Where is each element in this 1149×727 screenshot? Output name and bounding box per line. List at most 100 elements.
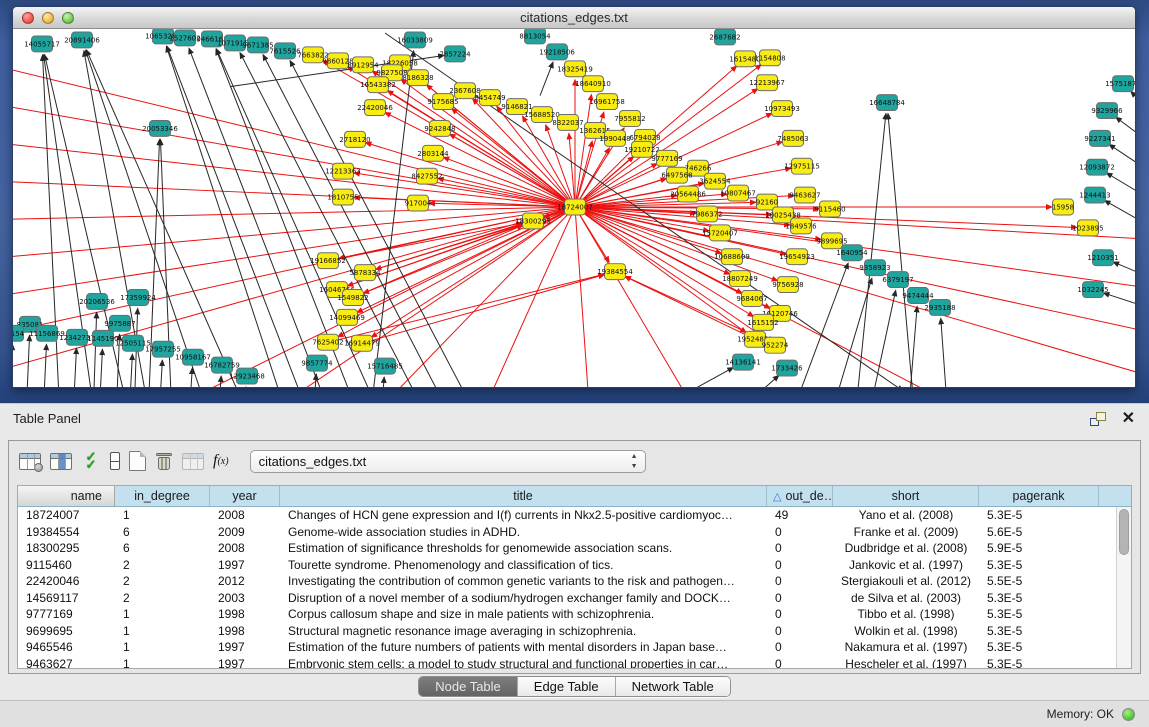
float-panel-icon[interactable] — [1090, 412, 1106, 426]
tab-network-table[interactable]: Network Table — [616, 677, 730, 696]
graph-node[interactable]: 952274 — [762, 337, 789, 353]
graph-node[interactable]: 19166852 — [310, 253, 346, 269]
graph-node[interactable]: 5878334 — [349, 265, 381, 281]
column-header-name[interactable]: name — [18, 486, 115, 506]
graph-node[interactable]: 22420046 — [357, 100, 393, 116]
graph-node[interactable]: 7485063 — [777, 130, 808, 146]
graph-node[interactable]: 8912954 — [347, 57, 379, 73]
graph-node[interactable]: 1810755 — [327, 189, 358, 205]
graph-node[interactable]: 1023895 — [1072, 220, 1103, 236]
graph-node[interactable]: 1145190 — [87, 330, 118, 346]
function-builder-icon[interactable]: f(x) — [213, 452, 229, 470]
table-row[interactable]: 1938455462009Genome-wide association stu… — [18, 524, 1131, 541]
network-canvas[interactable]: 1872400718300295193845547663822986012889… — [13, 29, 1135, 387]
graph-node[interactable]: 1549822 — [337, 290, 368, 306]
graph-node[interactable]: 19654923 — [779, 249, 815, 265]
graph-node[interactable]: 917004 — [405, 195, 432, 211]
zoom-window-button[interactable] — [62, 12, 74, 24]
graph-node[interactable]: 10688609 — [714, 249, 750, 265]
citation-graph[interactable]: 1872400718300295193845547663822986012889… — [13, 29, 1135, 387]
graph-node[interactable]: 1640954 — [836, 245, 868, 261]
graph-node[interactable]: 9756928 — [772, 277, 803, 293]
table-row[interactable]: 946554611997Estimation of the future num… — [18, 639, 1131, 656]
graph-node[interactable]: 2935188 — [924, 299, 955, 315]
graph-node[interactable]: 16914479 — [344, 335, 380, 351]
graph-node[interactable]: 12213363 — [325, 163, 361, 179]
graph-node[interactable]: 7625402 — [312, 334, 343, 350]
network-table-select[interactable]: citations_edges.txt ▲▼ — [250, 450, 646, 473]
table-row[interactable]: 977716911998Corpus callosum shape and si… — [18, 606, 1131, 623]
graph-node[interactable]: 2687682 — [709, 29, 740, 45]
graph-node[interactable]: 1733426 — [771, 360, 802, 376]
graph-node[interactable]: 6379197 — [882, 272, 913, 288]
column-header-in_degree[interactable]: in_degree — [115, 486, 210, 506]
graph-node[interactable]: 2803144 — [417, 145, 449, 161]
table-row[interactable]: 969969511998Structural magnetic resonanc… — [18, 623, 1131, 640]
table-settings-icon[interactable] — [19, 453, 41, 470]
graph-node[interactable]: 1154808 — [754, 50, 785, 66]
graph-node[interactable]: 14136141 — [725, 354, 761, 370]
table-row[interactable]: 1830029562008Estimation of significance … — [18, 540, 1131, 557]
minimize-window-button[interactable] — [42, 12, 54, 24]
tab-edge-table[interactable]: Edge Table — [518, 677, 616, 696]
graph-node[interactable]: 9242848 — [424, 120, 455, 136]
tab-node-table[interactable]: Node Table — [419, 677, 518, 696]
graph-node[interactable]: 9358923 — [859, 260, 890, 276]
graph-node[interactable]: 9329966 — [1091, 103, 1122, 119]
graph-node[interactable]: 3624554 — [699, 173, 731, 189]
graph-node[interactable]: 15716485 — [367, 358, 403, 374]
graph-node[interactable]: 12975115 — [784, 158, 820, 174]
close-panel-icon[interactable]: ✕ — [1122, 412, 1135, 426]
graph-node[interactable]: 1849576 — [785, 218, 816, 234]
graph-node[interactable]: 17359924 — [120, 290, 156, 306]
graph-node[interactable]: 39154 — [13, 325, 25, 341]
graph-node[interactable]: 9175685 — [427, 94, 458, 110]
graph-node[interactable]: 7986372 — [691, 206, 722, 222]
graph-node[interactable]: 16961758 — [589, 94, 625, 110]
graph-node[interactable]: 8813054 — [519, 29, 551, 44]
graph-node[interactable]: 14055717 — [24, 36, 60, 52]
graph-node[interactable]: 20891406 — [64, 32, 100, 48]
column-header-out_de[interactable]: △out_de… — [767, 486, 833, 506]
graph-node[interactable]: 7615526 — [269, 43, 300, 59]
row-height-icon[interactable] — [110, 452, 120, 470]
graph-node[interactable]: 12923468 — [229, 368, 265, 384]
delete-rows-icon[interactable] — [155, 451, 173, 471]
table-row[interactable]: 1456911722003Disruption of a novel membe… — [18, 590, 1131, 607]
graph-node[interactable]: 6497568 — [661, 167, 692, 183]
graph-node[interactable]: 9115460 — [814, 201, 845, 217]
graph-node[interactable]: 8186328 — [402, 70, 433, 86]
graph-node[interactable]: 1210351 — [1087, 250, 1118, 266]
graph-node[interactable]: 9463627 — [789, 187, 820, 203]
graph-node[interactable]: 1615152 — [747, 314, 778, 330]
graph-node[interactable]: 9857774 — [301, 355, 333, 371]
table-row[interactable]: 1872400712008Changes of HCN gene express… — [18, 507, 1131, 524]
graph-node[interactable]: 16648784 — [869, 95, 905, 111]
graph-node[interactable]: 18640910 — [575, 76, 611, 92]
close-window-button[interactable] — [22, 12, 34, 24]
column-header-short[interactable]: short — [833, 486, 979, 506]
graph-node[interactable]: 20206536 — [79, 294, 115, 310]
scrollbar-thumb[interactable] — [1119, 509, 1129, 555]
column-chooser-icon[interactable] — [50, 453, 72, 470]
table-row[interactable]: 2242004622012Investigating the contribut… — [18, 573, 1131, 590]
graph-node[interactable]: 8427552 — [411, 168, 442, 184]
graph-node[interactable]: 20053346 — [142, 120, 178, 136]
column-header-title[interactable]: title — [280, 486, 767, 506]
table-row[interactable]: 911546021997Tourette syndrome. Phenomeno… — [18, 557, 1131, 574]
graph-node[interactable]: 15958 — [1052, 199, 1074, 215]
graph-node[interactable]: 9227341 — [1084, 130, 1115, 146]
graph-node[interactable]: 1032245 — [1077, 282, 1108, 298]
graph-node[interactable]: 7857224 — [439, 46, 471, 62]
graph-node[interactable]: 12093872 — [1079, 159, 1115, 175]
window-titlebar[interactable]: citations_edges.txt — [13, 7, 1135, 29]
new-table-icon[interactable] — [129, 451, 146, 471]
graph-node[interactable]: 9777169 — [651, 150, 682, 166]
graph-node[interactable]: 1244413 — [1079, 187, 1110, 203]
graph-node[interactable]: 12213967 — [749, 75, 785, 91]
vertical-scrollbar[interactable] — [1116, 507, 1131, 668]
graph-node[interactable]: 2718120 — [339, 131, 370, 147]
graph-node[interactable]: 7955812 — [614, 111, 645, 127]
graph-node[interactable]: 19218506 — [539, 44, 575, 60]
graph-node[interactable]: 18325419 — [557, 61, 593, 77]
